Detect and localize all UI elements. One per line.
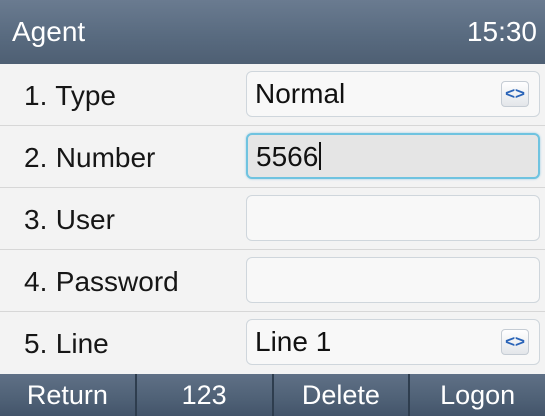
page-title: Agent [12,16,86,47]
row-label-text: Type [55,80,116,111]
softkey-bar: Return 123 Delete Logon [0,374,545,416]
row-label-text: Number [55,142,156,173]
row-label-text: Line [55,328,109,359]
row-label: 1. Type [24,80,116,112]
text-cursor [319,142,322,170]
left-right-arrows-icon[interactable]: <> [501,81,529,107]
row-label: 2. Number [24,142,155,174]
type-select[interactable]: Normal <> [246,71,540,117]
row-number: 2. [24,142,48,173]
row-number-field[interactable]: 2. Number 5566 [0,126,545,188]
row-label: 5. Line [24,328,109,360]
user-input[interactable] [246,195,540,241]
row-label: 4. Password [24,266,179,298]
line-select[interactable]: Line 1 <> [246,319,540,365]
logon-softkey[interactable]: Logon [410,374,545,416]
agent-screen: Agent 15:30 1. Type Normal <> 2. Number … [0,0,545,416]
input-mode-softkey[interactable]: 123 [137,374,274,416]
row-type[interactable]: 1. Type Normal <> [0,64,545,126]
line-value: Line 1 [255,326,332,357]
settings-list: 1. Type Normal <> 2. Number 5566 3. User… [0,64,545,374]
number-input[interactable]: 5566 [246,133,540,179]
number-value: 5566 [256,141,319,172]
row-label: 3. User [24,204,115,236]
password-input[interactable] [246,257,540,303]
row-number: 4. [24,266,48,297]
left-right-arrows-icon[interactable]: <> [501,329,529,355]
row-number: 5. [24,328,48,359]
row-label-text: Password [55,266,179,297]
title-bar: Agent 15:30 [0,0,545,64]
row-line[interactable]: 5. Line Line 1 <> [0,312,545,374]
row-password[interactable]: 4. Password [0,250,545,312]
row-number: 3. [24,204,48,235]
row-user[interactable]: 3. User [0,188,545,250]
number-value-wrap: 5566 [256,141,322,173]
clock: 15:30 [466,16,537,47]
type-value: Normal [255,78,346,109]
delete-softkey[interactable]: Delete [274,374,411,416]
row-number: 1. [24,80,48,111]
return-softkey[interactable]: Return [0,374,137,416]
row-label-text: User [55,204,115,235]
